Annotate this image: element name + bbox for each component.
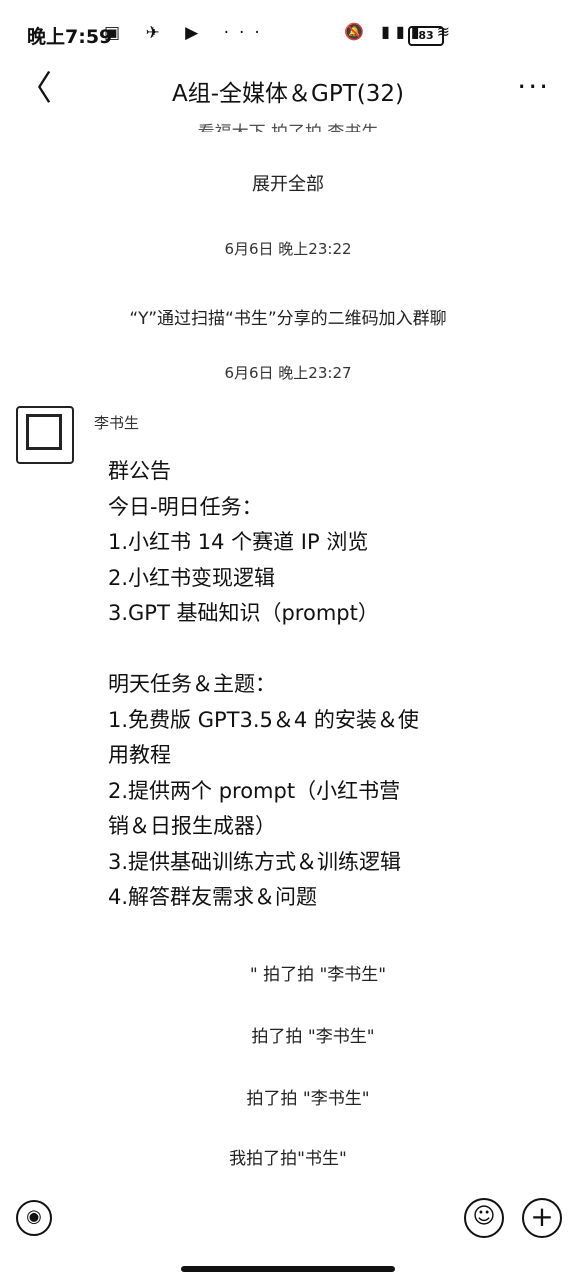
message-line: 1.小红书 14 个赛道 IP 浏览 — [108, 530, 369, 554]
plus-icon[interactable]: + — [522, 1198, 562, 1238]
input-bar: ◉ ☺ + — [0, 1184, 576, 1280]
message-line — [108, 632, 528, 668]
truncated-message: 看福大下 拍了拍 李书生 — [0, 118, 576, 132]
message-line: 3.提供基础训练方式＆训练逻辑 — [108, 849, 402, 874]
emoji-icon[interactable]: ☺ — [464, 1198, 504, 1238]
battery-icon: 83 — [408, 26, 444, 46]
message-line: 明天任务＆主题： — [108, 672, 276, 696]
message-line: 2.提供两个 prompt（小红书营 — [108, 778, 401, 803]
notification-icons: ▣ ✈ ▶ ··· — [104, 23, 270, 43]
announcement-message[interactable]: 群公告 今日-明日任务： 1.小红书 14 个赛道 IP 浏览 2.小红书变现逻… — [108, 454, 528, 916]
message-line: 3.GPT 基础知识（prompt） — [108, 601, 379, 625]
message-line: 今日-明日任务： — [108, 494, 263, 519]
chat-title: A组-全媒体＆GPT(32) — [172, 81, 404, 107]
message-line: 用教程 — [108, 743, 171, 767]
avatar[interactable] — [16, 406, 74, 464]
message-line: 2.小红书变现逻辑 — [108, 565, 276, 590]
message-line: 销＆日报生成器） — [108, 814, 276, 838]
system-message: “Y”通过扫描“书生”分享的二维码加入群聊 — [129, 309, 447, 329]
sender-name: 李书生 — [94, 414, 140, 432]
message-line: 4.解答群友需求＆问题 — [108, 885, 318, 909]
voice-icon[interactable]: ◉ — [16, 1200, 52, 1236]
timestamp: 6月6日 晚上23:27 — [224, 364, 352, 382]
expand-all-link[interactable]: 展开全部 — [0, 170, 576, 196]
pat-message: " 拍了拍 "李书生" — [249, 965, 387, 985]
status-bar: 晚上7:59 ▣ ✈ ▶ ··· 🔕 ▮▮▮ ≋ 83 — [0, 0, 576, 66]
message-line: 1.免费版 GPT3.5＆4 的安装＆使 — [108, 707, 419, 732]
timestamp: 6月6日 晚上23:22 — [224, 240, 352, 258]
pat-message: 我拍了拍"书生" — [229, 1149, 347, 1169]
home-indicator[interactable] — [181, 1266, 395, 1272]
status-time: 晚上7:59 — [27, 26, 113, 48]
more-options-button[interactable]: ··· — [517, 70, 550, 103]
pat-message: 拍了拍 "李书生" — [246, 1089, 370, 1109]
message-list[interactable]: 看福大下 拍了拍 李书生 展开全部 6月6日 晚上23:22 “Y”通过扫描“书… — [0, 108, 576, 1178]
pat-message: 拍了拍 "李书生" — [251, 1027, 375, 1047]
message-line: 群公告 — [108, 459, 171, 483]
avatar-image — [26, 414, 62, 450]
